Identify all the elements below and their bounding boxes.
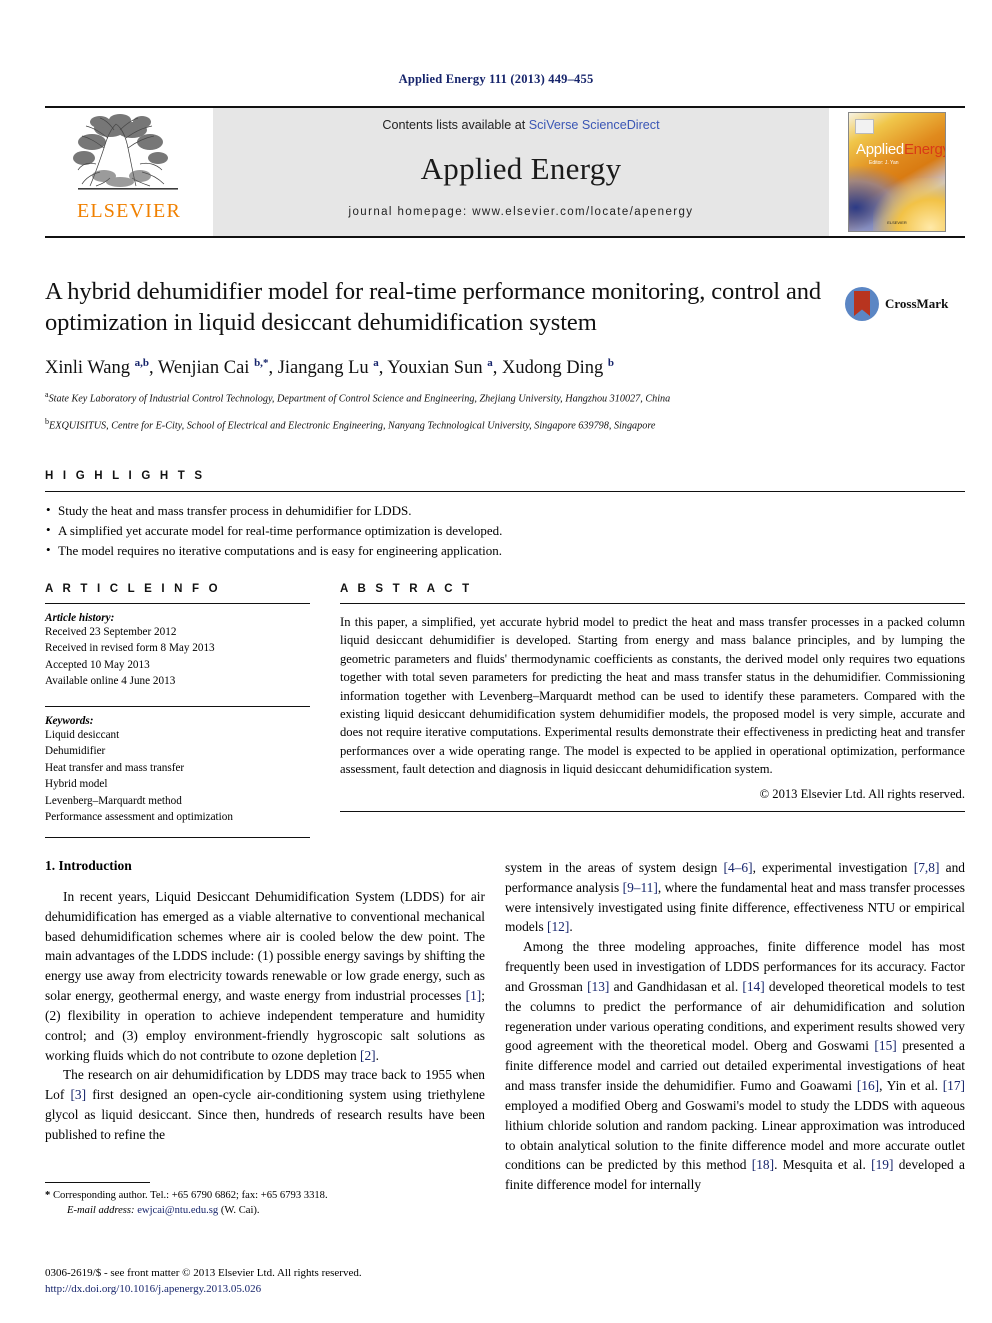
body-column-right: system in the areas of system design [4–… [505, 858, 965, 1195]
journal-title: Applied Energy [420, 151, 622, 186]
affiliation-a-text: State Key Laboratory of Industrial Contr… [48, 393, 671, 405]
list-item: Performance assessment and optimization [45, 811, 233, 824]
list-item: Liquid desiccant [45, 728, 120, 741]
footnote-email-line: E-mail address: ewjcai@ntu.edu.sg (W. Ca… [45, 1203, 485, 1218]
email-address-label: E-mail address: [67, 1205, 135, 1217]
list-item: Received 23 September 2012 [45, 626, 177, 638]
article-info-section: A R T I C L E I N F O Article history: R… [45, 583, 310, 838]
cover-title: AppliedEnergy [856, 141, 946, 158]
list-item: Dehumidifier [45, 745, 106, 758]
journal-homepage-link[interactable]: journal homepage: www.elsevier.com/locat… [349, 206, 694, 218]
paragraph: In recent years, Liquid Desiccant Dehumi… [45, 889, 485, 1063]
abstract-copyright: © 2013 Elsevier Ltd. All rights reserved… [759, 787, 965, 802]
list-item: The model requires no iterative computat… [45, 540, 965, 561]
journal-masthead: ELSEVIER Contents lists available at Sci… [45, 106, 965, 238]
page-footer: 0306-2619/$ - see front matter © 2013 El… [45, 1266, 645, 1298]
article-info-heading: A R T I C L E I N F O [45, 583, 221, 595]
email-owner: (W. Cai). [220, 1205, 260, 1217]
list-item: Study the heat and mass transfer process… [45, 500, 965, 521]
footnote-rule [45, 1182, 150, 1183]
keywords-label: Keywords: [45, 714, 94, 727]
masthead-center: Contents lists available at SciVerse Sci… [213, 108, 829, 236]
article-history-label: Article history: [45, 612, 115, 624]
contents-lists-line: Contents lists available at SciVerse Sci… [382, 118, 659, 132]
abstract-text: In this paper, a simplified, yet accurat… [340, 615, 965, 776]
title-block: A hybrid dehumidifier model for real-tim… [45, 276, 835, 433]
elsevier-tree-icon [73, 114, 178, 190]
affiliation-a: aState Key Laboratory of Industrial Cont… [45, 389, 835, 407]
corresponding-author-footnote: * Corresponding author. Tel.: +65 6790 6… [45, 1182, 485, 1219]
list-item: Received in revised form 8 May 2013 [45, 642, 215, 655]
email-link[interactable]: ewjcai@ntu.edu.sg [137, 1205, 218, 1216]
list-item: Hybrid model [45, 778, 108, 791]
elsevier-wordmark: ELSEVIER [76, 200, 182, 222]
paragraph: The research on air dehumidification by … [45, 1067, 485, 1142]
list-item: Levenberg–Marquardt method [45, 794, 182, 807]
highlights-rule [45, 491, 965, 492]
crossmark-icon [845, 287, 879, 321]
affiliation-b-text: EXQUISITUS, Centre for E-City, School of… [49, 420, 656, 431]
contents-prefix: Contents lists available at [382, 118, 529, 132]
list-item: Heat transfer and mass transfer [45, 761, 185, 774]
affiliation-b: bEXQUISITUS, Centre for E-City, School o… [45, 416, 835, 434]
cover-subtitle: Editor: J. Yan [869, 160, 899, 166]
journal-article-page: Applied Energy 111 (2013) 449–455 ELSEVI… [0, 0, 992, 1323]
highlights-list: Study the heat and mass transfer process… [45, 500, 965, 561]
body-column-left: 1. Introduction In recent years, Liquid … [45, 858, 485, 1145]
crossmark-label: CrossMark [885, 296, 949, 311]
keywords-rule [45, 705, 310, 707]
article-title: A hybrid dehumidifier model for real-tim… [45, 278, 822, 337]
doi-link[interactable]: http://dx.doi.org/10.1016/j.apenergy.201… [45, 1282, 645, 1298]
list-item: Available online 4 June 2013 [45, 675, 176, 688]
sciencedirect-link[interactable]: SciVerse ScienceDirect [529, 118, 660, 132]
abstract-rule [340, 603, 965, 604]
journal-cover-wrap: AppliedEnergy Editor: J. Yan ELSEVIER [829, 108, 965, 236]
keywords-list: Liquid desiccant Dehumidifier Heat trans… [45, 727, 310, 826]
cover-footer: ELSEVIER [887, 220, 907, 225]
footnote-star: * [45, 1190, 51, 1201]
article-info-bottom-rule [45, 836, 310, 838]
list-item: A simplified yet accurate model for real… [45, 520, 965, 541]
footnote-corresponding-line: * Corresponding author. Tel.: +65 6790 6… [45, 1188, 485, 1203]
crossmark-badge[interactable]: CrossMark [845, 283, 963, 325]
abstract-heading: A B S T R A C T [340, 583, 473, 595]
issn-copyright-line: 0306-2619/$ - see front matter © 2013 El… [45, 1267, 362, 1279]
author-list: Xinli Wang a,b, Wenjian Cai b,*, Jiangan… [45, 356, 614, 378]
highlights-heading: H I G H L I G H T S [45, 470, 206, 482]
cover-publisher-badge [855, 119, 874, 134]
paragraph: system in the areas of system design [4–… [505, 860, 966, 935]
highlights-section: H I G H L I G H T S Study the heat and m… [45, 470, 965, 560]
elsevier-logo: ELSEVIER [45, 108, 213, 236]
article-history-list: Received 23 September 2012 Received in r… [45, 624, 310, 690]
list-item: Accepted 10 May 2013 [45, 658, 150, 671]
abstract-section: A B S T R A C T In this paper, a simplif… [340, 583, 965, 813]
section-heading-introduction: 1. Introduction [45, 858, 132, 873]
footnote-corresponding-text: Corresponding author. Tel.: +65 6790 686… [52, 1190, 328, 1201]
journal-cover-image: AppliedEnergy Editor: J. Yan ELSEVIER [848, 112, 946, 232]
paragraph: Among the three modeling approaches, fin… [505, 939, 966, 1193]
article-info-rule [45, 603, 310, 604]
abstract-bottom-rule [340, 811, 965, 813]
running-head: Applied Energy 111 (2013) 449–455 [398, 72, 594, 86]
